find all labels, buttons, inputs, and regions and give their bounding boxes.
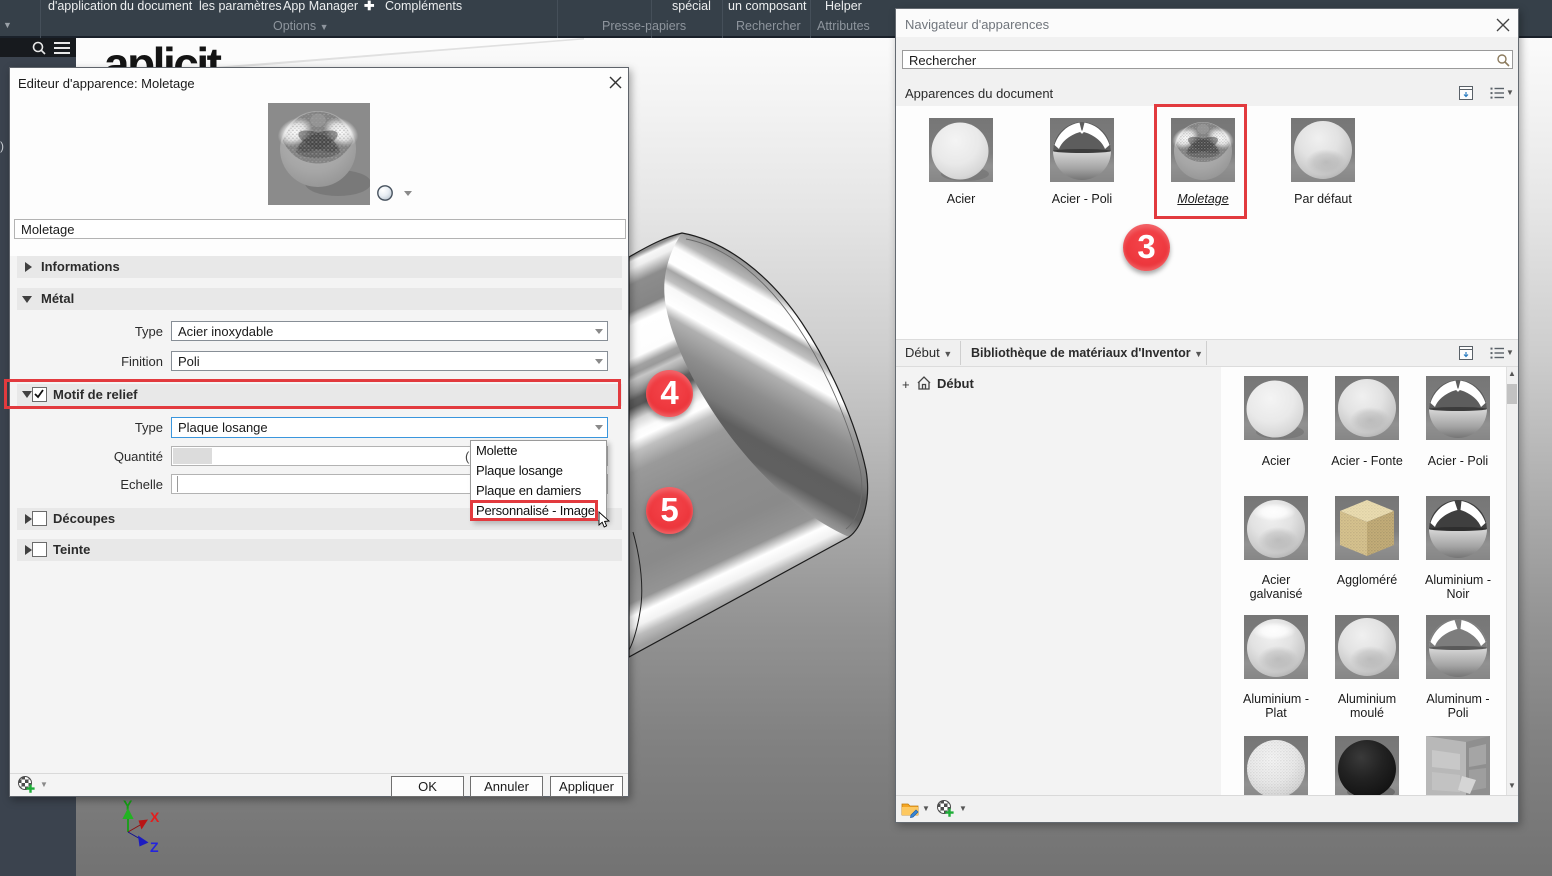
svg-text:Z: Z bbox=[150, 839, 159, 855]
svg-text:X: X bbox=[150, 809, 160, 825]
